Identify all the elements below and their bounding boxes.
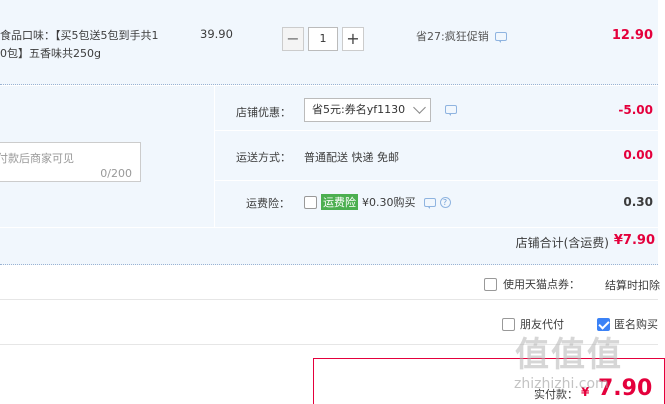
item-total-price: 12.90 (611, 28, 653, 43)
coupon-select[interactable]: 省5元:券名yf1130 (304, 98, 431, 122)
shipping-label: 运送方式： (236, 151, 291, 164)
message-icon[interactable] (423, 197, 436, 209)
qty-minus-button[interactable]: − (282, 27, 304, 51)
coupon-select-value: 省5元:券名yf1130 (312, 103, 406, 116)
shop-total-label: 店铺合计(含运费) (515, 236, 609, 250)
insurance-price: ¥0.30购买 (362, 196, 416, 209)
shipping-insurance-option: 运费险 ¥0.30购买 ? (304, 194, 451, 210)
watermark-site: zhizhizhi.com (514, 376, 609, 392)
item-desc-line1: 食品口味：【买5包送5包到手共1 (0, 29, 159, 42)
qty-plus-button[interactable]: + (342, 27, 364, 51)
message-placeholder: 付款后商家可见 (0, 152, 74, 165)
points-checkbox[interactable] (484, 277, 497, 291)
insurance-tag: 运费险 (321, 194, 358, 210)
buyer-message-textarea[interactable]: 付款后商家可见 0/200 (0, 142, 141, 182)
coupon-amount: -5.00 (618, 103, 653, 117)
points-option: 使用天猫点券： (484, 276, 580, 292)
message-icon[interactable] (445, 105, 457, 116)
friend-pay-checkbox[interactable] (502, 317, 515, 331)
section-divider (214, 86, 215, 227)
item-desc-line2: 0包】五香味共250g (0, 47, 101, 60)
insurance-amount: 0.30 (623, 195, 653, 209)
qty-input[interactable]: 1 (308, 27, 338, 51)
promo-info: 省27:疯狂促销 (416, 28, 507, 44)
quantity-stepper: − 1 + (282, 27, 364, 52)
shipping-method: 普通配送 快递 免邮 (304, 151, 399, 164)
shipping-amount: 0.00 (623, 148, 653, 162)
insurance-checkbox[interactable] (304, 195, 317, 209)
help-icon[interactable]: ? (439, 196, 451, 208)
watermark-logo: 值值值 (515, 335, 623, 375)
insurance-label: 运费险： (246, 197, 290, 210)
shop-total-value: ¥7.90 (613, 233, 655, 248)
row-divider (214, 180, 658, 181)
chevron-down-icon (413, 101, 426, 114)
coupon-label: 店铺优惠： (236, 106, 291, 119)
unit-price: 39.90 (200, 27, 233, 41)
points-label: 使用天猫点券： (503, 278, 580, 291)
message-icon[interactable] (494, 31, 507, 43)
promo-text: 省27:疯狂促销 (416, 30, 489, 43)
message-char-count: 0/200 (100, 167, 132, 180)
row-divider (214, 130, 658, 131)
item-description[interactable]: 食品口味：【买5包送5包到手共1 0包】五香味共250g (0, 27, 175, 63)
points-note: 结算时扣除 (605, 279, 660, 292)
